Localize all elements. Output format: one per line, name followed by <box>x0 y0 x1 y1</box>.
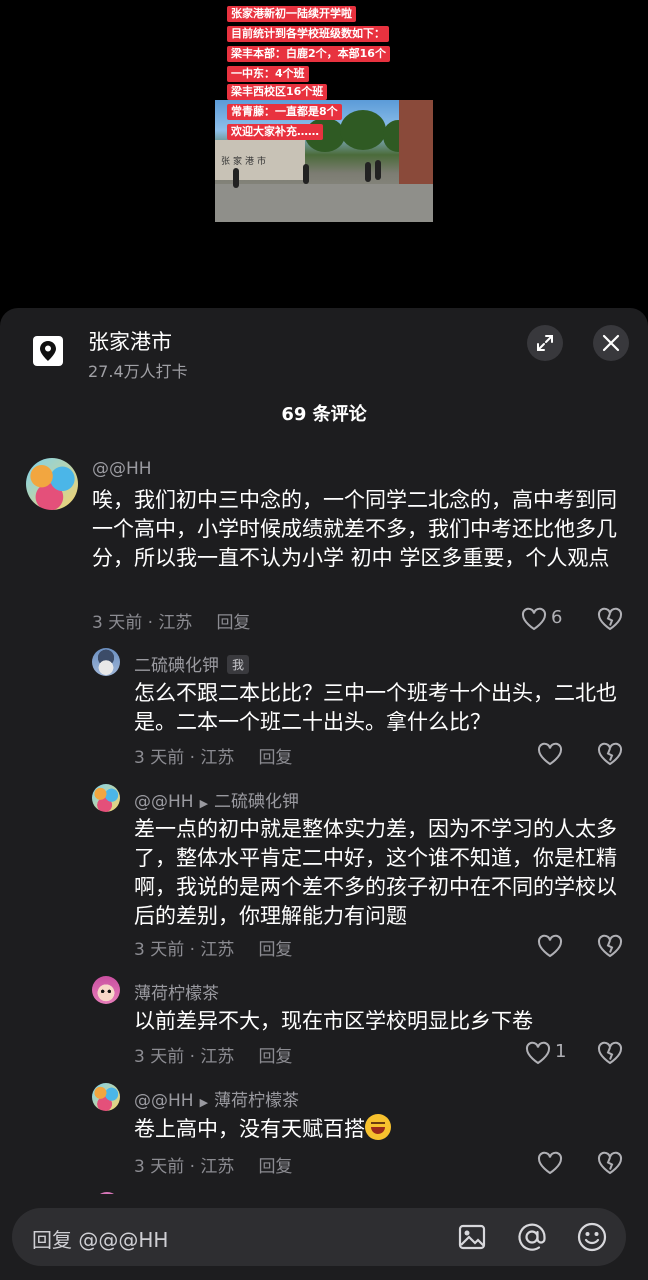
at-sign-icon[interactable] <box>516 1221 548 1253</box>
like-count: 1 <box>555 1041 567 1062</box>
location-pin-icon <box>33 336 63 366</box>
location-name[interactable]: 张家港市 <box>88 326 172 356</box>
username-text[interactable]: @@HH <box>134 792 194 812</box>
comment-text[interactable]: 怎么不跟二本比比？三中一个班考十个出头，二北也是。二本一个班二十出头。拿什么比？ <box>134 679 620 737</box>
reply-to-username[interactable]: 薄荷柠檬茶 <box>214 1091 299 1111</box>
dislike-button[interactable] <box>597 1149 625 1177</box>
comment-text-body: 卷上高中，没有天赋百搭 <box>134 1117 365 1141</box>
comment-username[interactable]: @@HH ▶ 薄荷柠檬茶 <box>134 1086 299 1111</box>
reply-button[interactable]: 回复 <box>258 748 292 768</box>
comment-username[interactable]: @@HH <box>92 459 152 479</box>
expand-icon <box>537 335 553 351</box>
comment-time-location: 3 天前 · 江苏 <box>134 1047 235 1067</box>
comment-count: 69 条评论 <box>281 404 367 425</box>
caption-line: 一中东：4个班 <box>227 66 309 82</box>
avatar[interactable] <box>92 648 120 676</box>
comment-time-location: 3 天前 · 江苏 <box>134 940 235 960</box>
avatar[interactable] <box>92 1083 120 1111</box>
caption-line: 梁丰西校区16个班 <box>227 84 328 100</box>
reply-input[interactable]: 回复 @@@HH <box>12 1208 626 1266</box>
broken-heart-icon <box>597 1151 623 1175</box>
broken-heart-icon <box>597 934 623 958</box>
reply-arrow-icon: ▶ <box>199 1096 209 1109</box>
comment-time-location: 3 天前 · 江苏 <box>92 613 193 633</box>
broken-heart-icon <box>597 742 623 766</box>
heart-outline-icon <box>537 934 563 958</box>
image-icon[interactable] <box>456 1221 488 1253</box>
heart-outline-icon <box>537 1151 563 1175</box>
me-badge: 我 <box>227 655 250 674</box>
reply-arrow-icon: ▶ <box>199 797 209 810</box>
reply-button[interactable]: 回复 <box>258 940 292 960</box>
reply-button[interactable]: 回复 <box>258 1047 292 1067</box>
like-count: 6 <box>551 607 563 628</box>
broken-heart-icon <box>597 607 623 631</box>
reply-button[interactable]: 回复 <box>216 613 250 633</box>
like-button[interactable]: 1 <box>525 1039 585 1067</box>
dislike-button[interactable] <box>597 605 625 633</box>
username-text[interactable]: @@HH <box>134 1091 194 1111</box>
heart-outline-icon <box>537 742 563 766</box>
video-player-area[interactable]: 张家港市 张家港新初一陆续开学啦 目前统计到各学校班级数如下： 梁丰本部：白鹿2… <box>0 0 648 308</box>
heart-outline-icon <box>525 1041 551 1065</box>
caption-line: 张家港新初一陆续开学啦 <box>227 6 356 22</box>
username-text[interactable]: 二硫碘化钾 <box>134 656 219 676</box>
dislike-button[interactable] <box>597 1039 625 1067</box>
comment-text[interactable]: 卷上高中，没有天赋百搭 <box>134 1114 620 1144</box>
emoji-face-icon[interactable] <box>576 1221 608 1253</box>
close-button[interactable] <box>593 325 629 361</box>
avatar[interactable] <box>92 784 120 812</box>
comment-text[interactable]: 以前差异不大，现在市区学校明显比乡下卷 <box>134 1007 620 1036</box>
like-button[interactable]: 6 <box>521 605 581 633</box>
comment-username[interactable]: 薄荷柠檬茶 <box>134 979 219 1004</box>
close-icon <box>602 334 620 352</box>
broken-heart-icon <box>597 1041 623 1065</box>
comment-text[interactable]: 差一点的初中就是整体实力差，因为不学习的人太多了，整体水平肯定二中好，这个谁不知… <box>134 815 620 931</box>
caption-line: 梁丰本部：白鹿2个，本部16个 <box>227 46 390 62</box>
avatar[interactable] <box>92 976 120 1004</box>
caption-line: 欢迎大家补充…… <box>227 124 323 140</box>
heart-outline-icon <box>521 607 547 631</box>
comment-username[interactable]: 二硫碘化钾我 <box>134 651 250 676</box>
comment-text[interactable]: 唉，我们初中三中念的，一个同学二北念的，高中考到同一个高中，小学时候成绩就差不多… <box>92 486 620 573</box>
comment-time-location: 3 天前 · 江苏 <box>134 748 235 768</box>
comment-meta: 3 天前 · 江苏 回复 <box>134 935 292 960</box>
comment-username[interactable]: @@HH ▶ 二硫碘化钾 <box>134 787 299 812</box>
comment-meta: 3 天前 · 江苏 回复 <box>134 743 292 768</box>
comment-meta: 3 天前 · 江苏 回复 <box>134 1042 292 1067</box>
caption-line: 目前统计到各学校班级数如下： <box>227 26 389 42</box>
video-thumbnail: 张家港市 张家港新初一陆续开学啦 目前统计到各学校班级数如下： 梁丰本部：白鹿2… <box>215 0 433 222</box>
like-button[interactable] <box>537 1149 565 1177</box>
reply-placeholder: 回复 @@@HH <box>32 1228 169 1252</box>
dislike-button[interactable] <box>597 932 625 960</box>
reply-button[interactable]: 回复 <box>258 1157 292 1177</box>
comment-sheet: 张家港市 27.4万人打卡 69 条评论 @@HH 唉，我们初中三中念的，一个同… <box>0 308 648 1280</box>
dislike-button[interactable] <box>597 740 625 768</box>
location-checkins: 27.4万人打卡 <box>88 362 188 381</box>
reply-bar: 回复 @@@HH <box>0 1194 648 1280</box>
reply-to-username[interactable]: 二硫碘化钾 <box>214 792 299 812</box>
comment-time-location: 3 天前 · 江苏 <box>134 1157 235 1177</box>
like-button[interactable] <box>537 740 565 768</box>
comment-meta: 3 天前 · 江苏 回复 <box>92 608 250 633</box>
expand-button[interactable] <box>527 325 563 361</box>
avatar[interactable] <box>26 458 78 510</box>
laughing-emoji-icon <box>365 1114 391 1140</box>
like-button[interactable] <box>537 932 565 960</box>
caption-line: 常青藤：一直都是8个 <box>227 104 342 120</box>
comment-meta: 3 天前 · 江苏 回复 <box>134 1152 292 1177</box>
